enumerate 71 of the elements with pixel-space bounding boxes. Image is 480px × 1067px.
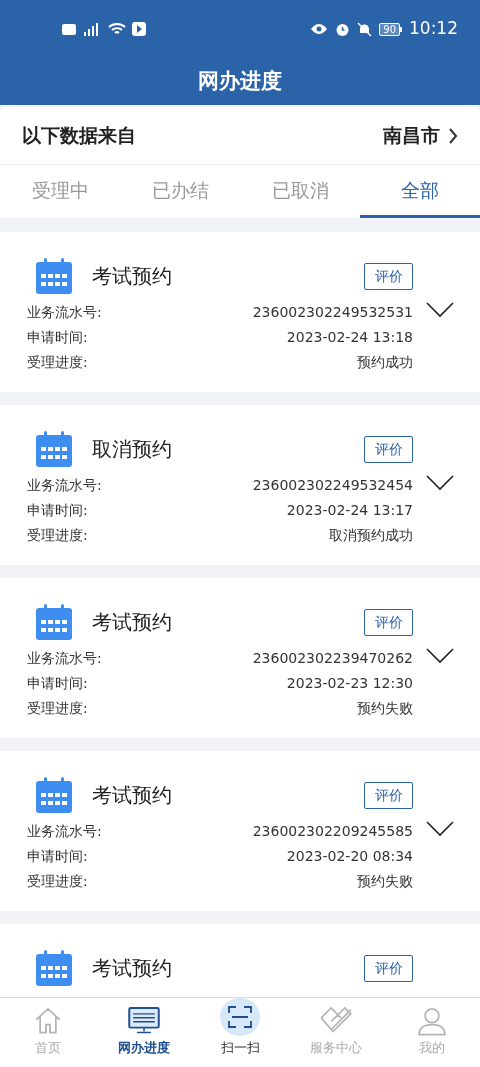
field-label: 业务流水号: (27, 649, 102, 668)
nav-label: 服务中心 (310, 1038, 362, 1057)
nav-label: 扫一扫 (220, 1038, 260, 1057)
region-label: 以下数据来自 (22, 123, 136, 149)
field-label: 业务流水号: (27, 476, 102, 495)
nav-tab[interactable]: 网办进度 (96, 998, 192, 1067)
record-card[interactable]: 考试预约 评价 (0, 924, 480, 997)
eye-icon (310, 23, 329, 35)
rate-button[interactable]: 评价 (364, 954, 413, 982)
alarm-icon (335, 21, 351, 37)
rate-button[interactable]: 评价 (364, 781, 413, 809)
expand-chevron-icon[interactable] (426, 302, 454, 318)
expand-chevron-icon[interactable] (426, 821, 454, 837)
record-title: 考试预约 (92, 782, 173, 809)
app-notification-icon (132, 22, 146, 36)
rate-button[interactable]: 评价 (364, 435, 413, 463)
field-label: 申请时间: (27, 328, 88, 347)
calendar-icon (36, 258, 72, 294)
field-value: 236002302209245585 (252, 822, 413, 841)
field-label: 受理进度: (27, 353, 88, 372)
battery-level: 90 (379, 22, 400, 36)
calendar-icon (36, 777, 72, 813)
rate-button[interactable]: 评价 (364, 608, 413, 636)
field-value: 预约失败 (357, 699, 413, 718)
calendar-icon (36, 950, 72, 986)
muted-bell-icon (357, 21, 373, 37)
field-value: 236002302249532531 (252, 303, 413, 322)
field-label: 申请时间: (27, 847, 88, 866)
record-card[interactable]: 考试预约 评价 业务流水号: 236002302209245585 申请时间: 2023-02-20 08:34 受理进度: 预约失败 (0, 751, 480, 911)
field-label: 受理进度: (27, 526, 88, 545)
nav-label: 首页 (35, 1038, 61, 1057)
field-value: 2023-02-23 12:30 (286, 674, 413, 693)
expand-chevron-icon[interactable] (426, 648, 454, 664)
wifi-icon (108, 22, 126, 36)
nav-tab[interactable]: 扫一扫 (192, 998, 288, 1067)
field-value: 2023-02-20 08:34 (286, 847, 413, 866)
city-selector[interactable]: 南昌市 (383, 121, 458, 150)
record-card[interactable]: 考试预约 评价 业务流水号: 236002302239470262 申请时间: 2023-02-23 12:30 受理进度: 预约失败 (0, 578, 480, 738)
home-icon (33, 1006, 63, 1036)
filter-tab[interactable]: 全部 (360, 165, 480, 218)
record-title: 考试预约 (92, 609, 173, 636)
record-title: 考试预约 (92, 263, 173, 290)
field-value: 预约失败 (357, 872, 413, 891)
field-label: 受理进度: (27, 872, 88, 891)
calendar-icon (36, 604, 72, 640)
expand-chevron-icon[interactable] (426, 475, 454, 491)
field-value: 2023-02-24 13:18 (286, 328, 413, 347)
nav-label: 我的 (419, 1038, 445, 1057)
nav-label: 网办进度 (118, 1038, 170, 1057)
field-label: 受理进度: (27, 699, 88, 718)
rate-button[interactable]: 评价 (364, 262, 413, 290)
record-title: 取消预约 (92, 436, 173, 463)
field-value: 236002302239470262 (252, 649, 413, 668)
field-value: 预约成功 (357, 353, 413, 372)
record-title: 考试预约 (92, 955, 173, 982)
monitor-icon (128, 1006, 160, 1036)
scan-icon (228, 1005, 252, 1028)
field-value: 2023-02-24 13:17 (286, 501, 413, 520)
field-label: 业务流水号: (27, 822, 102, 841)
field-label: 业务流水号: (27, 303, 102, 322)
record-card[interactable]: 取消预约 评价 业务流水号: 236002302249532454 申请时间: 2023-02-24 13:17 受理进度: 取消预约成功 (0, 405, 480, 565)
field-value: 取消预约成功 (329, 526, 413, 545)
field-value: 236002302249532454 (252, 476, 413, 495)
page-title: 网办进度 (198, 67, 282, 95)
field-label: 申请时间: (27, 501, 88, 520)
status-time: 10:12 (409, 17, 458, 41)
field-label: 申请时间: (27, 674, 88, 693)
chevron-right-icon (448, 127, 458, 144)
person-icon (417, 1006, 447, 1036)
record-card[interactable]: 考试预约 评价 业务流水号: 236002302249532531 申请时间: 2023-02-24 13:18 受理进度: 预约成功 (0, 232, 480, 392)
calendar-icon (36, 431, 72, 467)
